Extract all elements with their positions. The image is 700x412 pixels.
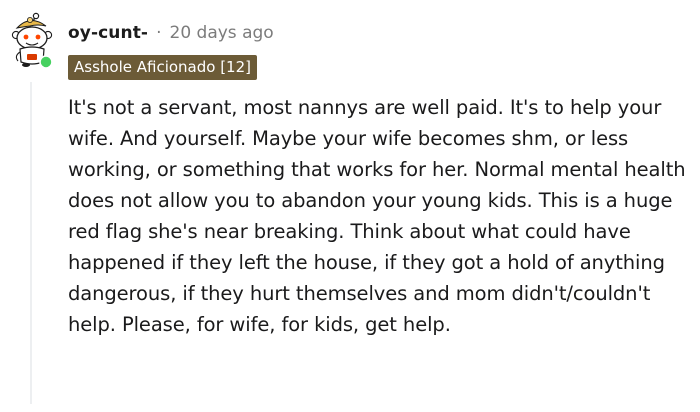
separator-dot: ·	[156, 23, 162, 43]
comment-body: It's not a servant, most nannys are well…	[68, 96, 686, 336]
user-flair: Asshole Aficionado [12]	[68, 55, 257, 80]
online-status-icon	[39, 55, 53, 69]
thread-line[interactable]	[30, 82, 32, 404]
username-link[interactable]: oy-cunt-	[68, 23, 148, 43]
comment-timestamp[interactable]: 20 days ago	[170, 23, 274, 43]
user-avatar[interactable]	[8, 12, 58, 72]
comment: oy-cunt- · 20 days ago Asshole Aficionad…	[0, 0, 700, 412]
comment-header: oy-cunt- · 20 days ago	[68, 20, 274, 46]
